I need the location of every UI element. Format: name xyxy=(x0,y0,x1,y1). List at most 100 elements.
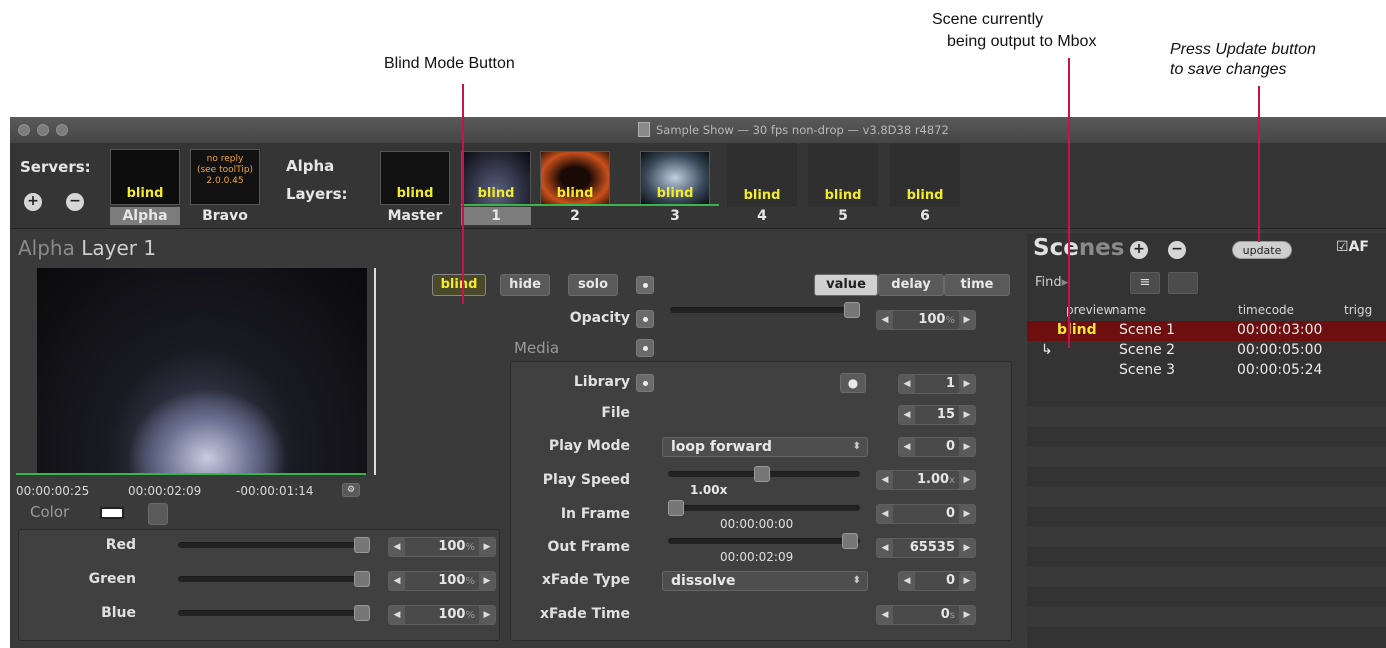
increment-icon[interactable]: ▶ xyxy=(959,375,975,393)
increment-icon[interactable]: ▶ xyxy=(479,606,495,624)
out-frame-slider-knob[interactable] xyxy=(842,533,858,549)
layer-thumb-3[interactable]: blind xyxy=(640,151,710,205)
xfade-time-stepper[interactable]: ◀ 0s ▶ xyxy=(876,605,976,625)
increment-icon[interactable]: ▶ xyxy=(479,538,495,556)
opacity-slider[interactable] xyxy=(670,302,860,318)
server-name-bravo[interactable]: Bravo xyxy=(190,207,260,225)
filter-options-button[interactable] xyxy=(1168,272,1198,294)
remove-server-button[interactable]: − xyxy=(66,193,84,211)
decrement-icon[interactable]: ◀ xyxy=(877,505,893,523)
af-checkbox[interactable]: ☑AF xyxy=(1336,239,1369,255)
play-speed-slider-knob[interactable] xyxy=(754,466,770,482)
scene-row[interactable]: ↳ Scene 2 00:00:05:00 xyxy=(1027,341,1386,361)
decrement-icon[interactable]: ◀ xyxy=(877,471,893,489)
file-stepper[interactable]: ◀ 15 ▶ xyxy=(898,405,976,425)
decrement-icon[interactable]: ◀ xyxy=(899,572,915,590)
layer-thumb-4[interactable]: blind xyxy=(727,143,797,207)
red-slider-knob[interactable] xyxy=(354,537,370,553)
zoom-window-icon[interactable] xyxy=(56,124,68,136)
play-mode-stepper[interactable]: ◀ 0 ▶ xyxy=(898,437,976,457)
find-field[interactable]: Find▸ xyxy=(1035,275,1068,290)
green-stepper[interactable]: ◀ 100% ▶ xyxy=(388,571,496,591)
increment-icon[interactable]: ▶ xyxy=(959,406,975,424)
timecode-options-button[interactable]: ⚙ xyxy=(342,483,360,497)
decrement-icon[interactable]: ◀ xyxy=(899,438,915,456)
update-button[interactable]: update xyxy=(1232,241,1292,259)
increment-icon[interactable]: ▶ xyxy=(959,438,975,456)
library-stepper[interactable]: ◀ 1 ▶ xyxy=(898,374,976,394)
server-thumb-bravo[interactable]: no reply (see toolTip) 2.0.0.45 xyxy=(190,149,260,205)
decrement-icon[interactable]: ◀ xyxy=(877,311,893,329)
decrement-icon[interactable]: ◀ xyxy=(389,538,405,556)
green-slider[interactable] xyxy=(178,571,370,587)
eye-icon[interactable]: ● xyxy=(840,373,866,393)
decrement-icon[interactable]: ◀ xyxy=(389,572,405,590)
layer-thumb-6[interactable]: blind xyxy=(890,143,960,207)
decrement-icon[interactable]: ◀ xyxy=(899,375,915,393)
library-options-button[interactable] xyxy=(636,374,654,392)
filter-icon[interactable]: ≡ xyxy=(1130,272,1160,294)
col-timecode[interactable]: timecode xyxy=(1238,303,1294,317)
layer-thumb-1[interactable]: blind xyxy=(461,151,531,205)
close-window-icon[interactable] xyxy=(18,124,30,136)
add-server-button[interactable]: + xyxy=(24,193,42,211)
xfade-type-select[interactable]: dissolve ⬍ xyxy=(662,571,868,591)
color-swatch[interactable] xyxy=(100,507,124,519)
decrement-icon[interactable]: ◀ xyxy=(899,406,915,424)
xfade-type-stepper[interactable]: ◀ 0 ▶ xyxy=(898,571,976,591)
minimize-window-icon[interactable] xyxy=(37,124,49,136)
play-speed-slider[interactable] xyxy=(668,466,860,482)
layer-thumb-5[interactable]: blind xyxy=(808,143,878,207)
layer-name-2[interactable]: 2 xyxy=(540,207,610,225)
tab-value[interactable]: value xyxy=(814,274,878,296)
in-frame-slider[interactable] xyxy=(668,500,860,516)
layer-name-4[interactable]: 4 xyxy=(727,207,797,225)
increment-icon[interactable]: ▶ xyxy=(959,539,975,557)
remove-scene-button[interactable]: − xyxy=(1168,241,1186,259)
increment-icon[interactable]: ▶ xyxy=(959,572,975,590)
solo-button[interactable]: solo xyxy=(568,274,618,296)
blue-slider-knob[interactable] xyxy=(354,605,370,621)
color-picker-button[interactable] xyxy=(148,503,168,525)
out-frame-stepper[interactable]: ◀ 65535 ▶ xyxy=(876,538,976,558)
blind-mode-button[interactable]: blind xyxy=(432,274,486,296)
layer-name-1[interactable]: 1 xyxy=(461,207,531,225)
scene-row[interactable]: Scene 3 00:00:05:24 xyxy=(1027,361,1386,381)
in-frame-slider-knob[interactable] xyxy=(668,500,684,516)
increment-icon[interactable]: ▶ xyxy=(479,572,495,590)
green-slider-knob[interactable] xyxy=(354,571,370,587)
layer-name-5[interactable]: 5 xyxy=(808,207,878,225)
opacity-options-button[interactable] xyxy=(636,310,654,328)
col-name[interactable]: name xyxy=(1112,303,1146,317)
play-mode-select[interactable]: loop forward ⬍ xyxy=(662,437,868,457)
layer-name-6[interactable]: 6 xyxy=(890,207,960,225)
blue-stepper[interactable]: ◀ 100% ▶ xyxy=(388,605,496,625)
add-scene-button[interactable]: + xyxy=(1130,241,1148,259)
layer-name-master[interactable]: Master xyxy=(380,207,450,225)
layer-thumb-2[interactable]: blind xyxy=(540,151,610,205)
increment-icon[interactable]: ▶ xyxy=(959,606,975,624)
col-trigger[interactable]: trigg xyxy=(1344,303,1372,317)
decrement-icon[interactable]: ◀ xyxy=(877,539,893,557)
col-preview[interactable]: preview xyxy=(1066,303,1113,317)
red-slider[interactable] xyxy=(178,537,370,553)
server-name-alpha[interactable]: Alpha xyxy=(110,207,180,225)
increment-icon[interactable]: ▶ xyxy=(959,471,975,489)
scene-row[interactable]: blind Scene 1 00:00:03:00 xyxy=(1027,321,1386,341)
layer-thumb-master[interactable]: blind xyxy=(380,151,450,205)
solo-options-button[interactable] xyxy=(636,276,654,294)
hide-button[interactable]: hide xyxy=(500,274,550,296)
tab-time[interactable]: time xyxy=(944,274,1010,296)
red-stepper[interactable]: ◀ 100% ▶ xyxy=(388,537,496,557)
play-speed-stepper[interactable]: ◀ 1.00x ▶ xyxy=(876,470,976,490)
blue-slider[interactable] xyxy=(178,605,370,621)
opacity-slider-knob[interactable] xyxy=(844,302,860,318)
media-options-button[interactable] xyxy=(636,339,654,357)
layer-name-3[interactable]: 3 xyxy=(640,207,710,225)
decrement-icon[interactable]: ◀ xyxy=(389,606,405,624)
decrement-icon[interactable]: ◀ xyxy=(877,606,893,624)
opacity-stepper[interactable]: ◀ 100% ▶ xyxy=(876,310,976,330)
increment-icon[interactable]: ▶ xyxy=(959,311,975,329)
preview-timeline[interactable] xyxy=(16,473,366,475)
server-thumb-alpha[interactable]: blind xyxy=(110,149,180,205)
